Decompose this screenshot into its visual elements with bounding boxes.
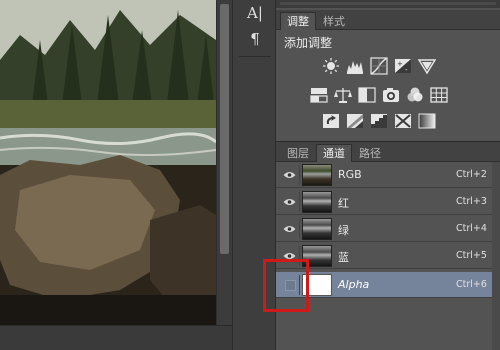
channel-row-red[interactable]: 红 Ctrl+3 — [276, 189, 500, 215]
eye-icon — [283, 199, 296, 205]
invert-icon[interactable] — [322, 112, 340, 130]
character-panel-icon[interactable]: A| — [243, 2, 267, 24]
scrollbar-thumb[interactable] — [220, 4, 229, 254]
hue-saturation-icon[interactable] — [310, 86, 328, 104]
svg-text:+: + — [397, 60, 403, 68]
panel-top-strip-line — [280, 2, 496, 5]
black-white-icon[interactable] — [358, 86, 376, 104]
brightness-contrast-icon[interactable] — [322, 57, 340, 75]
add-adjustment-title: 添加调整 — [284, 36, 333, 50]
panel-top-strip — [276, 0, 500, 8]
posterize-icon[interactable] — [346, 112, 364, 130]
selective-color-icon[interactable] — [394, 112, 412, 130]
adjustments-tabbar: 调整 样式 — [276, 10, 500, 30]
dock-divider — [239, 56, 271, 57]
channels-scrollbar[interactable] — [492, 162, 500, 350]
paragraph-panel-icon[interactable]: ¶ — [243, 28, 267, 50]
channel-row-alpha[interactable]: Alpha Ctrl+6 — [276, 272, 500, 298]
channel-name: RGB — [338, 168, 362, 181]
channel-row-blue[interactable]: 蓝 Ctrl+5 — [276, 243, 500, 269]
channel-row-rgb[interactable]: RGB Ctrl+2 — [276, 162, 500, 188]
photo-filter-icon[interactable] — [382, 86, 400, 104]
visibility-toggle[interactable] — [280, 165, 300, 185]
channels-panel: 图层 通道 路径 RGB Ctrl+2 红 Ctrl+3 绿 Ctrl+4 蓝 … — [276, 142, 500, 350]
curves-icon[interactable] — [370, 57, 388, 75]
vibrance-icon[interactable] — [418, 57, 436, 75]
channel-name: 红 — [338, 197, 349, 210]
channel-name: 绿 — [338, 224, 349, 237]
tab-layers[interactable]: 图层 — [280, 144, 316, 162]
eye-icon — [283, 172, 296, 178]
channel-shortcut: Ctrl+4 — [456, 223, 487, 234]
color-balance-icon[interactable] — [334, 86, 352, 104]
channels-tabbar: 图层 通道 路径 — [276, 142, 500, 162]
exposure-icon[interactable]: + - — [394, 57, 412, 75]
tab-styles[interactable]: 样式 — [316, 12, 352, 30]
river-rock-photo[interactable] — [0, 0, 216, 325]
highlight-annotation-box — [263, 259, 309, 312]
adjustments-panel: 调整 样式 添加调整 + - — [276, 0, 500, 142]
channel-name: 蓝 — [338, 251, 349, 264]
channel-name: Alpha — [338, 278, 370, 291]
color-lookup-icon[interactable] — [430, 86, 448, 104]
visibility-toggle[interactable] — [280, 219, 300, 239]
channel-thumbnail — [302, 164, 332, 186]
channel-shortcut: Ctrl+2 — [456, 169, 487, 180]
tab-adjustments[interactable]: 调整 — [280, 12, 316, 30]
gradient-map-icon[interactable] — [418, 112, 436, 130]
visibility-toggle[interactable] — [280, 192, 300, 212]
document-canvas[interactable] — [0, 0, 232, 350]
levels-icon[interactable] — [346, 57, 364, 75]
channel-shortcut: Ctrl+6 — [456, 279, 487, 290]
channel-shortcut: Ctrl+5 — [456, 250, 487, 261]
channel-thumbnail — [302, 191, 332, 213]
tab-paths[interactable]: 路径 — [352, 144, 388, 162]
eye-icon — [283, 226, 296, 232]
channel-mixer-icon[interactable] — [406, 86, 424, 104]
threshold-icon[interactable] — [370, 112, 388, 130]
tab-channels[interactable]: 通道 — [316, 144, 352, 162]
channel-shortcut: Ctrl+3 — [456, 196, 487, 207]
canvas-vertical-scrollbar[interactable] — [216, 0, 232, 325]
photo-scene — [0, 0, 216, 325]
channel-row-green[interactable]: 绿 Ctrl+4 — [276, 216, 500, 242]
channel-thumbnail — [302, 218, 332, 240]
canvas-status-bar — [0, 325, 232, 350]
